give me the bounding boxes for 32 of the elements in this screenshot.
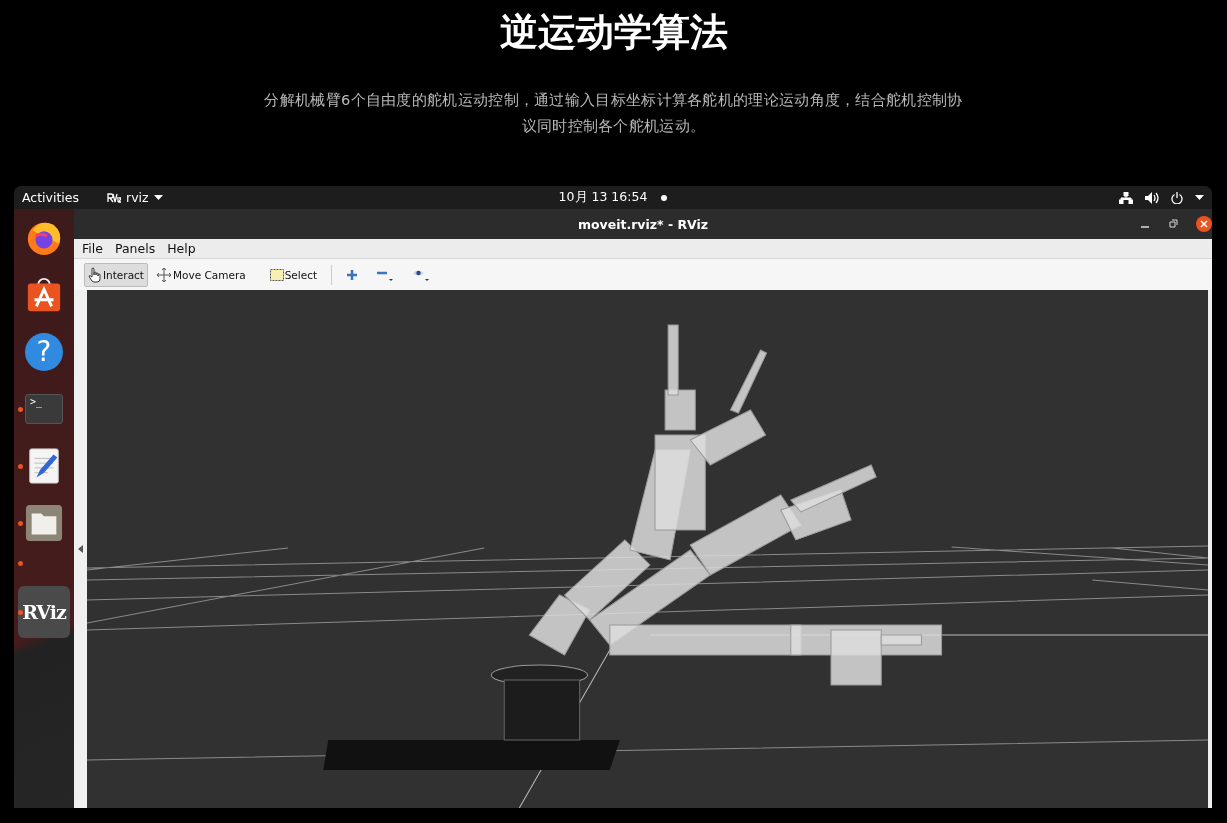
rviz-logo-icon (107, 192, 122, 203)
help-button[interactable]: ? (25, 333, 63, 371)
network-icon[interactable] (1119, 191, 1133, 204)
rviz-launcher-button[interactable]: RViz (22, 601, 66, 623)
description-text: 分解机械臂6个自由度的舵机运动控制，通过输入目标坐标计算各舵机的理论运动角度，结合舵机控制协议同时控制各个舵机运动。 (263, 90, 964, 136)
close-icon[interactable] (1196, 216, 1212, 232)
move-arrows-icon (156, 266, 172, 283)
window-title: moveit.rviz* - RViz (576, 216, 710, 232)
move-tool-button[interactable]: Move Camera (152, 262, 250, 287)
folder-icon[interactable] (25, 504, 63, 542)
menu-item[interactable]: Panels (114, 241, 156, 256)
collapse-arrow-icon[interactable] (78, 545, 83, 553)
notification-dot-icon (661, 194, 668, 201)
selection-rectangle-icon (269, 268, 284, 281)
app-menu[interactable]: rviz (107, 190, 163, 205)
hand-icon (88, 266, 102, 283)
dock-item-highlight[interactable]: RViz (18, 586, 70, 638)
restore-icon[interactable] (1168, 219, 1178, 229)
interact-tool-button[interactable]: Interact (84, 262, 148, 287)
clock-text[interactable]: 10月 13 16:54 (558, 189, 648, 206)
page-heading: 逆运动学算法 (498, 9, 729, 56)
menu-item[interactable]: File (82, 241, 103, 256)
power-icon[interactable] (1171, 191, 1183, 204)
plus-icon (346, 268, 359, 281)
shopping-bag-icon[interactable] (25, 276, 63, 314)
activities-button[interactable]: Activities (22, 190, 80, 205)
menu-item[interactable]: Help (167, 241, 196, 256)
caret-icon[interactable] (1195, 195, 1204, 200)
caret-icon (153, 195, 163, 200)
select-tool-button[interactable]: Select (265, 262, 322, 287)
terminal-button[interactable]: >_ (25, 394, 63, 424)
volume-icon[interactable] (1145, 191, 1159, 204)
